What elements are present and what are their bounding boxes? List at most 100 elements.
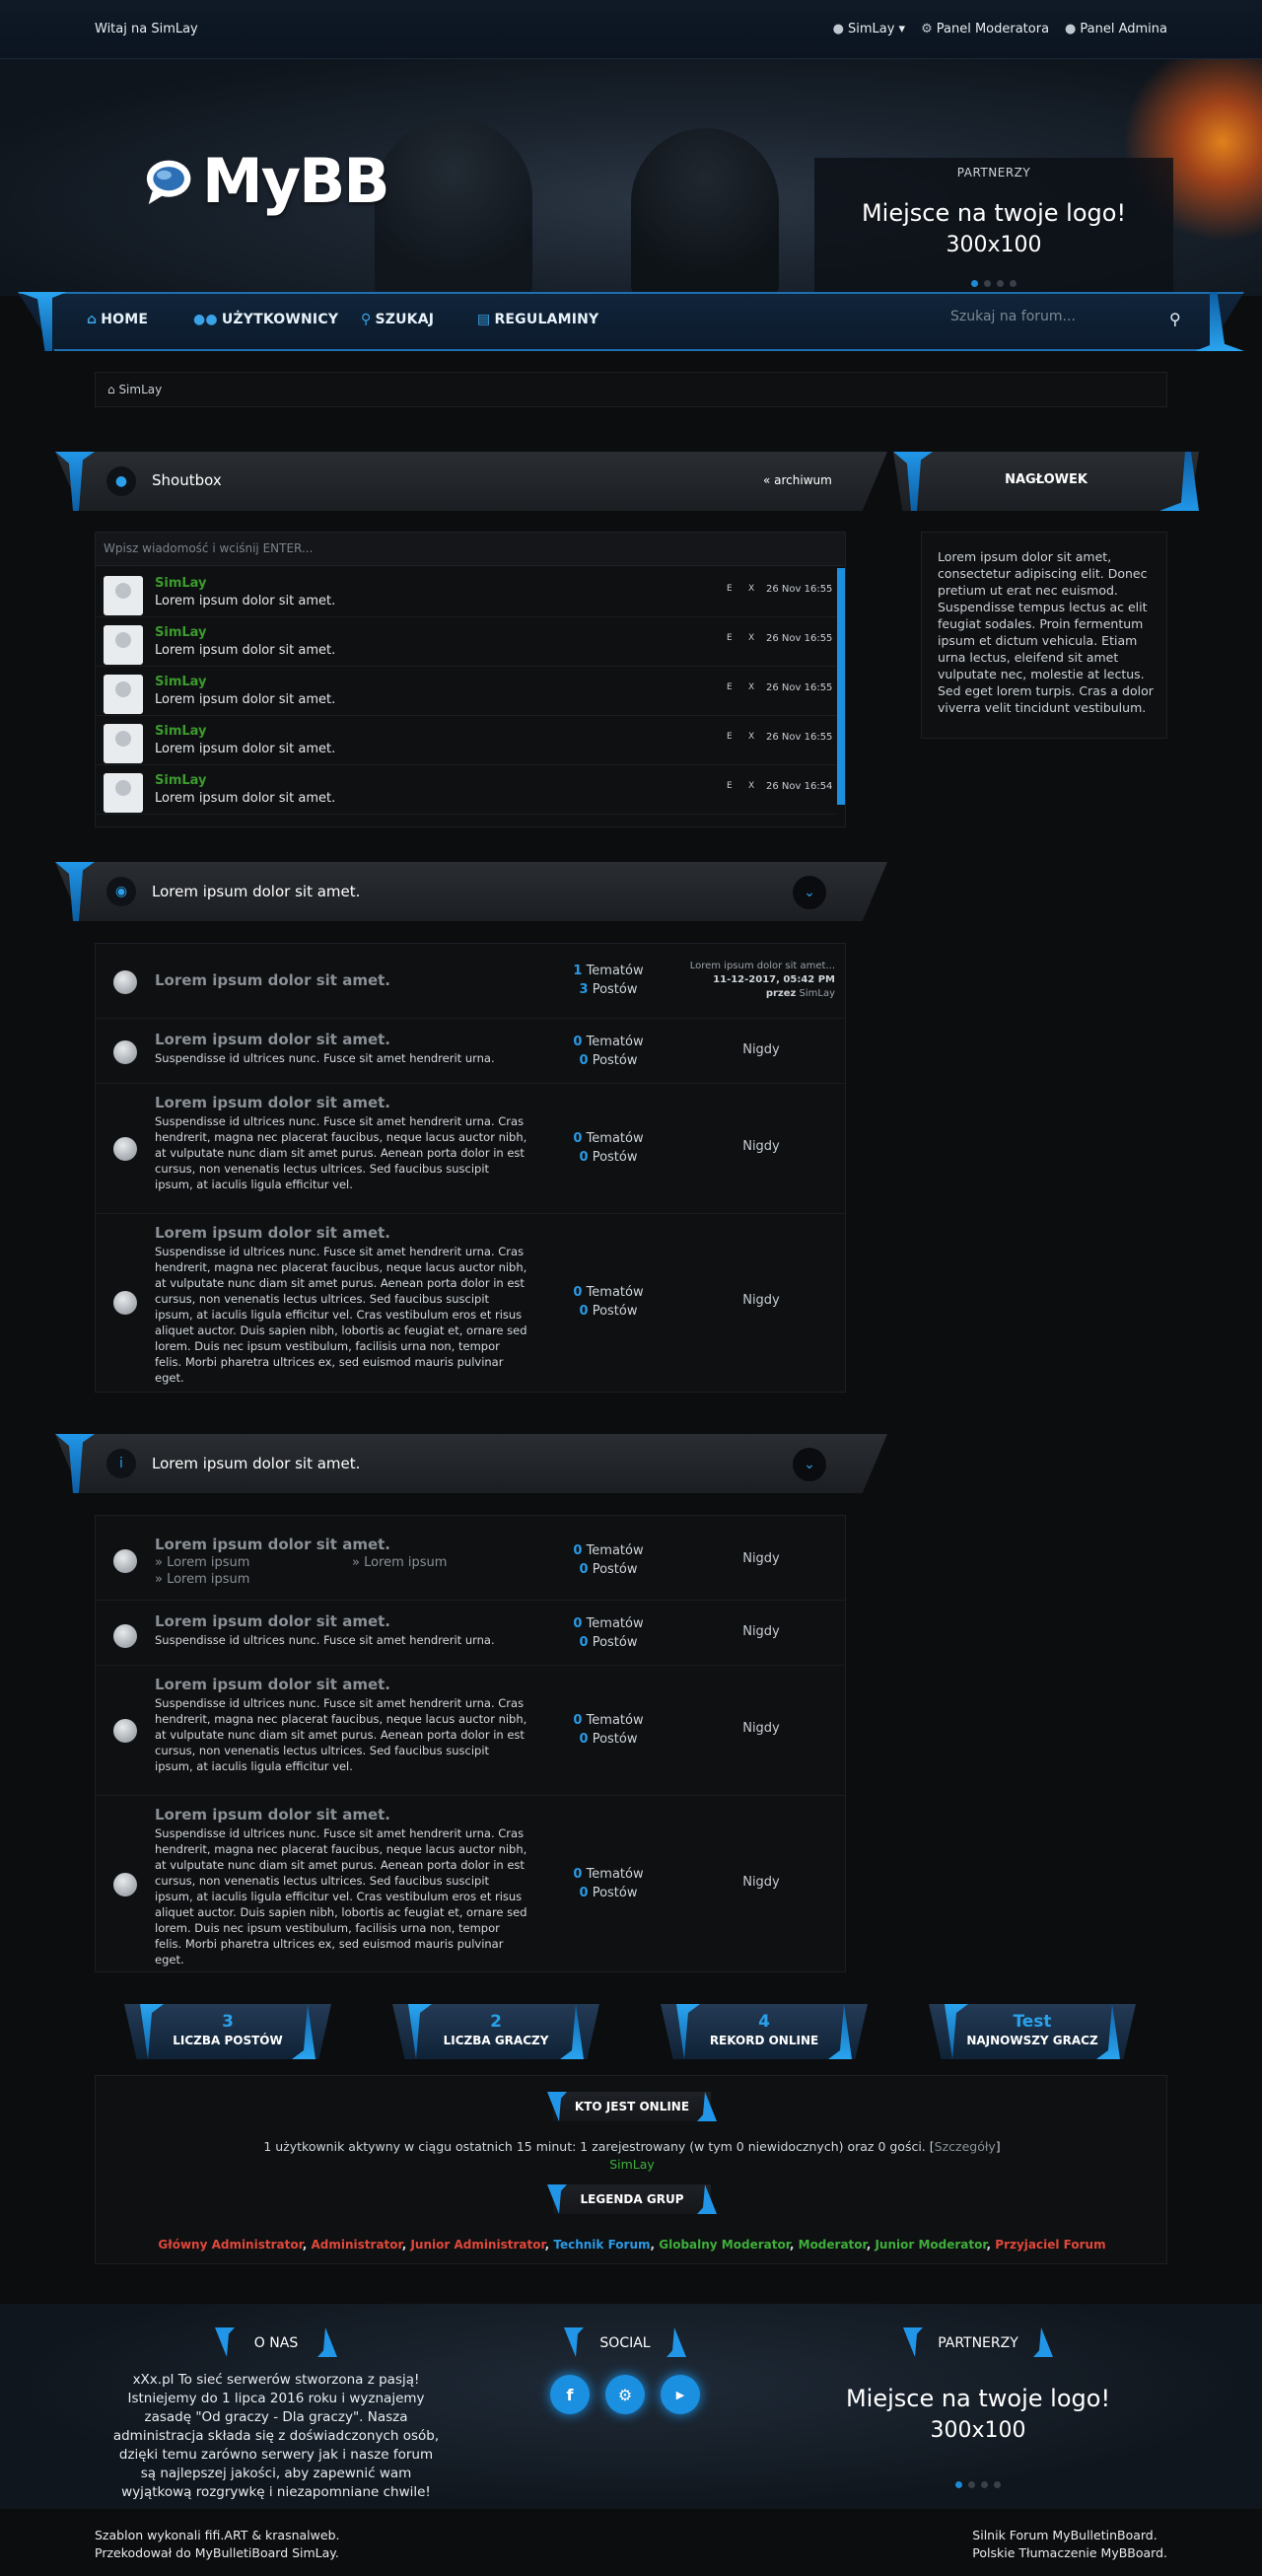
shout-input[interactable]: Wpisz wiadomość i wciśnij ENTER...	[96, 533, 845, 566]
steam-icon[interactable]: ⚙	[605, 2375, 645, 2414]
social-title: SOCIAL	[599, 2335, 651, 2351]
carousel-dot[interactable]	[968, 2481, 975, 2488]
carousel-dot[interactable]	[981, 2481, 988, 2488]
nav-users[interactable]: ●● UŻYTKOWNICY	[193, 312, 338, 327]
shout-user[interactable]: SimLay	[155, 675, 207, 689]
user-menu[interactable]: ● SimLay ▾	[833, 22, 905, 36]
avatar	[104, 576, 143, 615]
user-icon: ●	[832, 22, 844, 36]
nav-search[interactable]: ⚲ SZUKAJ	[361, 312, 434, 327]
subforum-link[interactable]: » Lorem ipsum	[352, 1555, 447, 1570]
search-icon[interactable]: ⚲	[1169, 310, 1181, 328]
forum-title[interactable]: Lorem ipsum dolor sit amet.	[155, 1612, 390, 1630]
edit-button[interactable]: E	[727, 781, 733, 791]
avatar	[104, 625, 143, 665]
group-legend-item[interactable]: Główny Administrator	[158, 2238, 302, 2252]
edit-button[interactable]: E	[727, 732, 733, 742]
shout-date: 26 Nov 16:54	[766, 781, 833, 792]
facebook-icon[interactable]: f	[550, 2375, 590, 2414]
carousel-dot[interactable]	[971, 280, 978, 287]
group-legend: Główny Administrator, Administrator, Jun…	[96, 2238, 1168, 2252]
partners-footer-line2: 300x100	[930, 2418, 1026, 2443]
last-post-title[interactable]: Lorem ipsum dolor sit amet...	[648, 960, 835, 973]
shout-user[interactable]: SimLay	[155, 724, 207, 739]
scrollbar[interactable]	[837, 568, 845, 805]
carousel-dots[interactable]	[814, 280, 1173, 287]
carousel-dot[interactable]	[997, 280, 1004, 287]
group-legend-item[interactable]: Technik Forum	[553, 2238, 650, 2252]
about-header: O NAS	[215, 2327, 337, 2357]
shout-row: SimLay Lorem ipsum dolor sit amet. E X 2…	[96, 765, 837, 815]
group-legend-item[interactable]: Junior Administrator	[410, 2238, 544, 2252]
forum-title[interactable]: Lorem ipsum dolor sit amet.	[155, 971, 390, 989]
home-icon: ⌂	[107, 383, 119, 396]
stat-value: 3	[222, 2012, 234, 2032]
forum-title[interactable]: Lorem ipsum dolor sit amet.	[155, 1806, 390, 1824]
carousel-dot[interactable]	[994, 2481, 1001, 2488]
forum-title[interactable]: Lorem ipsum dolor sit amet.	[155, 1676, 390, 1693]
credits-line: Szablon wykonali fifi.ART & krasnalweb.	[95, 2528, 340, 2542]
forum-title[interactable]: Lorem ipsum dolor sit amet.	[155, 1031, 390, 1048]
forum-title[interactable]: Lorem ipsum dolor sit amet.	[155, 1094, 390, 1111]
forum-row: Lorem ipsum dolor sit amet. Suspendisse …	[96, 1019, 845, 1084]
moderator-panel-link[interactable]: ⚙ Panel Moderatora	[921, 22, 1049, 36]
delete-button[interactable]: X	[748, 584, 754, 594]
carousel-dot[interactable]	[955, 2481, 962, 2488]
youtube-icon[interactable]: ▶	[661, 2375, 700, 2414]
group-legend-item[interactable]: Przyjaciel Forum	[995, 2238, 1105, 2252]
subforum-link[interactable]: » Lorem ipsum	[155, 1555, 249, 1570]
delete-button[interactable]: X	[748, 732, 754, 742]
search-input[interactable]: Szukaj na forum...	[950, 309, 1167, 334]
group-legend-item[interactable]: Moderator	[799, 2238, 867, 2252]
carousel-dot[interactable]	[984, 280, 991, 287]
edit-button[interactable]: E	[727, 633, 733, 643]
shout-user[interactable]: SimLay	[155, 625, 207, 640]
collapse-button[interactable]: ⌄	[793, 1448, 826, 1481]
subforum-link[interactable]: » Lorem ipsum	[155, 1572, 249, 1587]
group-legend-item[interactable]: Administrator	[312, 2238, 402, 2252]
shout-date: 26 Nov 16:55	[766, 732, 833, 743]
archive-link[interactable]: « archiwum	[763, 473, 832, 487]
forum-row: Lorem ipsum dolor sit amet. » Lorem ipsu…	[96, 1516, 845, 1601]
delete-button[interactable]: X	[748, 633, 754, 643]
stat-value[interactable]: Test	[929, 2012, 1136, 2032]
shout-date: 26 Nov 16:55	[766, 633, 833, 644]
delete-button[interactable]: X	[748, 682, 754, 692]
details-link[interactable]: Szczegóły	[935, 2139, 996, 2154]
online-text: 1 użytkownik aktywny w ciągu ostatnich 1…	[263, 2139, 1001, 2154]
legend-separator: ,	[650, 2238, 660, 2252]
shoutbox-title: Shoutbox	[152, 471, 222, 489]
online-user[interactable]: SimLay	[96, 2157, 1168, 2172]
edit-button[interactable]: E	[727, 584, 733, 594]
collapse-button[interactable]: ⌄	[793, 876, 826, 909]
chevron-down-icon: ⌄	[804, 1457, 815, 1472]
carousel-dot[interactable]	[1010, 280, 1017, 287]
admin-panel-link[interactable]: ● Panel Admina	[1065, 22, 1167, 36]
breadcrumb-home[interactable]: ⌂ SimLay	[107, 383, 162, 396]
shout-row: SimLay Lorem ipsum dolor sit amet. E X 2…	[96, 667, 837, 716]
stat-value: 4	[758, 2012, 770, 2032]
edit-button[interactable]: E	[727, 682, 733, 692]
credits-line: Polskie Tłumaczenie MyBBoard.	[972, 2545, 1167, 2560]
header-figure	[631, 128, 779, 296]
nav-home[interactable]: ⌂ HOME	[87, 312, 148, 327]
user-icon: ●	[1065, 22, 1077, 36]
forum-title[interactable]: Lorem ipsum dolor sit amet.	[155, 1224, 390, 1242]
forum-status-icon	[113, 1549, 137, 1573]
shout-user[interactable]: SimLay	[155, 773, 207, 788]
shout-user[interactable]: SimLay	[155, 576, 207, 591]
carousel-dots[interactable]	[789, 2481, 1167, 2488]
delete-button[interactable]: X	[748, 781, 754, 791]
online-header: KTO JEST ONLINE	[547, 2092, 717, 2121]
category-title: Lorem ipsum dolor sit amet.	[152, 883, 361, 900]
forum-title[interactable]: Lorem ipsum dolor sit amet.	[155, 1536, 390, 1553]
shout-message: Lorem ipsum dolor sit amet.	[155, 692, 336, 707]
group-legend-item[interactable]: Junior Moderator	[875, 2238, 986, 2252]
site-logo[interactable]: MyBB	[143, 145, 390, 217]
partners-banner[interactable]: PARTNERZY Miejsce na twoje logo! 300x100	[814, 158, 1173, 296]
group-legend-item[interactable]: Globalny Moderator	[659, 2238, 790, 2252]
who-online: KTO JEST ONLINE 1 użytkownik aktywny w c…	[95, 2075, 1167, 2264]
forum-status-icon	[113, 1291, 137, 1315]
last-post-user[interactable]: SimLay	[800, 988, 835, 999]
nav-rules[interactable]: ▤ REGULAMINY	[477, 312, 598, 327]
